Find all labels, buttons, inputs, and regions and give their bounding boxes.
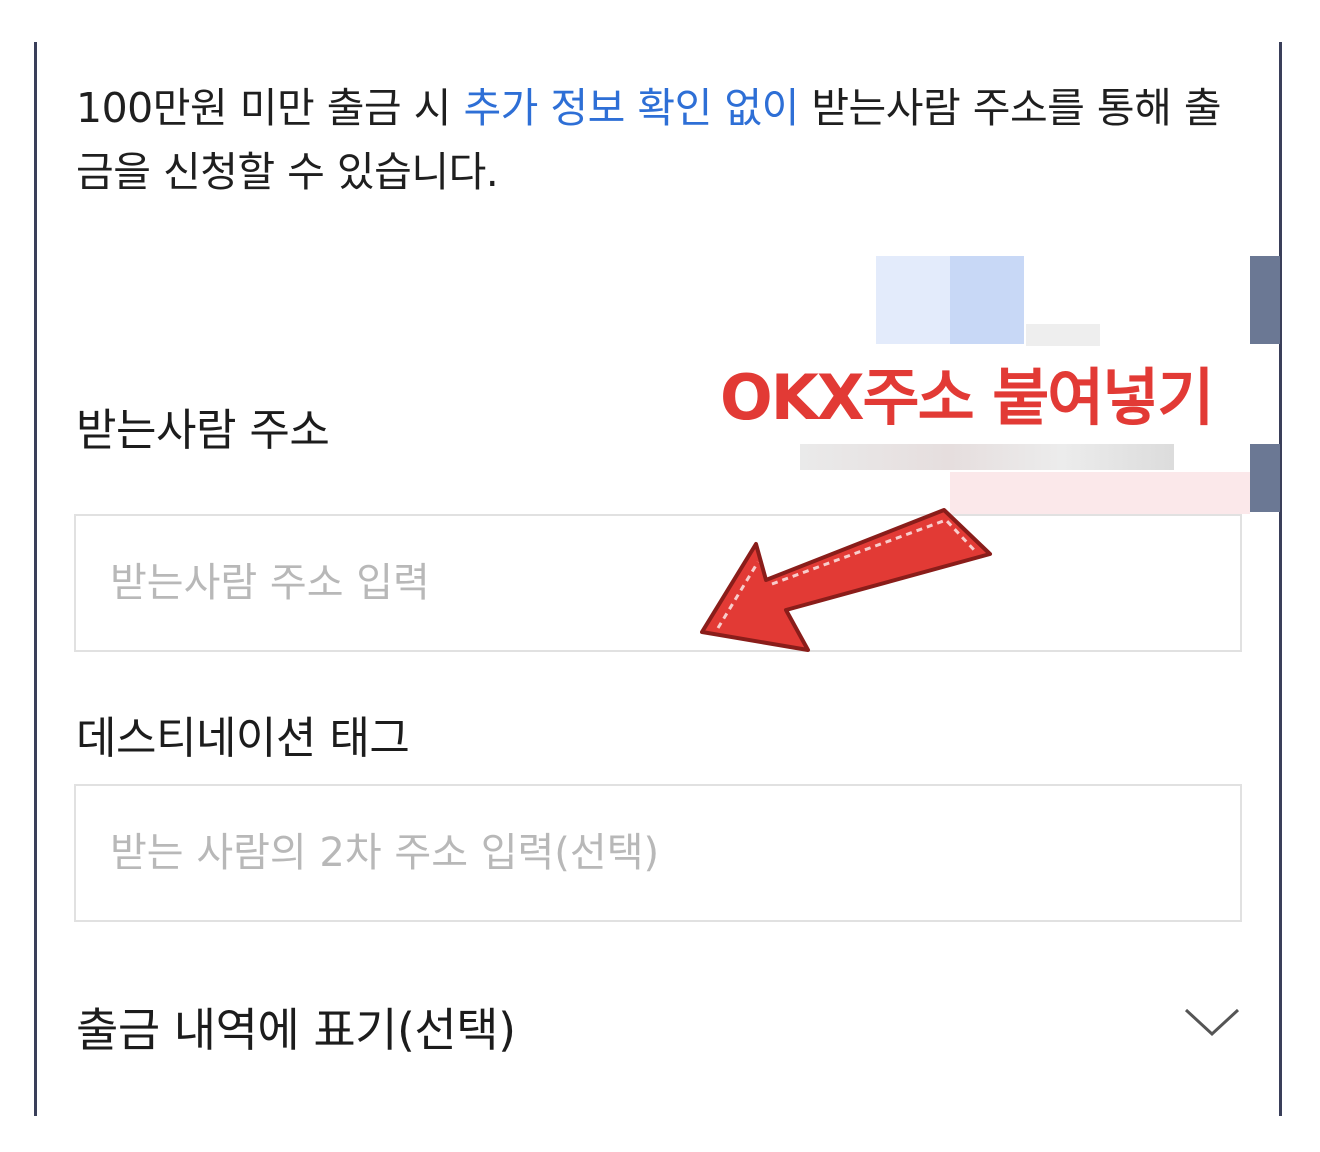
destination-tag-label: 데스티네이션 태그: [76, 713, 410, 764]
withdraw-notice: 100만원 미만 출금 시 추가 정보 확인 없이 받는사람 주소를 통해 출금…: [76, 76, 1246, 204]
notice-highlight: 추가 정보 확인 없이: [463, 84, 799, 132]
withdraw-form-panel: 100만원 미만 출금 시 추가 정보 확인 없이 받는사람 주소를 통해 출금…: [34, 42, 1282, 1116]
notice-text-start: 100만원 미만 출금 시: [76, 84, 464, 132]
chevron-down-icon[interactable]: [1182, 1002, 1242, 1042]
blurred-region: [800, 444, 1174, 470]
recipient-address-label: 받는사람 주소: [76, 405, 330, 456]
recipient-address-input[interactable]: [74, 514, 1242, 652]
side-tab[interactable]: [1250, 444, 1280, 512]
withdraw-memo-label: 출금 내역에 표기(선택): [76, 1003, 516, 1057]
paste-address-annotation: OKX주소 붙여넣기: [720, 361, 1214, 434]
panel-left-edge: [34, 42, 37, 1116]
blurred-region: [1026, 324, 1100, 346]
withdraw-memo-toggle[interactable]: 출금 내역에 표기(선택): [74, 982, 1244, 1072]
destination-tag-input[interactable]: [74, 784, 1242, 922]
blurred-region: [876, 256, 1024, 344]
side-tab[interactable]: [1250, 256, 1280, 344]
panel-right-edge: [1279, 42, 1282, 1116]
red-arrow-annotation-icon: [700, 508, 992, 652]
